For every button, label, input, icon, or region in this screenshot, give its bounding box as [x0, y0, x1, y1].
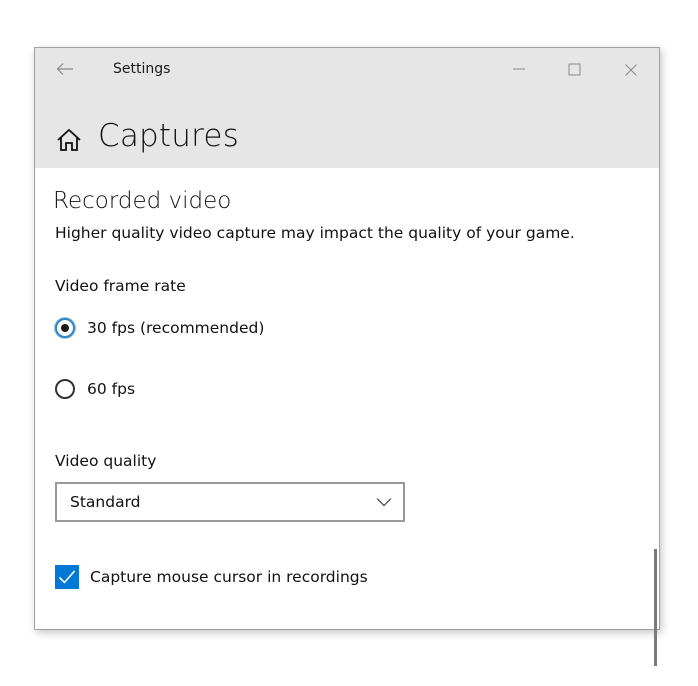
- capture-cursor-checkbox[interactable]: [55, 565, 79, 589]
- back-button[interactable]: [49, 56, 81, 82]
- minimize-icon: [513, 68, 525, 70]
- back-arrow-icon: [56, 63, 73, 75]
- close-icon: [625, 64, 637, 76]
- dropdown-selected-value: Standard: [70, 493, 141, 511]
- chevron-down-icon: [376, 498, 392, 507]
- minimize-button[interactable]: [495, 54, 541, 84]
- maximize-button[interactable]: [551, 54, 597, 84]
- page-title: Captures: [98, 118, 240, 154]
- section-description: Higher quality video capture may impact …: [55, 224, 575, 242]
- radio-label: 30 fps (recommended): [87, 319, 265, 337]
- header: Settings Captures: [35, 48, 659, 168]
- video-quality-label: Video quality: [55, 452, 157, 470]
- capture-cursor-option[interactable]: Capture mouse cursor in recordings: [55, 564, 368, 590]
- radio-button-unchecked[interactable]: [55, 379, 75, 399]
- content-pane: Recorded video Higher quality video capt…: [35, 168, 659, 666]
- settings-window: Settings Captures Recorded video Higher …: [34, 47, 660, 666]
- radio-60fps[interactable]: 60 fps: [55, 376, 135, 402]
- frame-rate-label: Video frame rate: [55, 277, 186, 295]
- checkmark-icon: [58, 570, 76, 584]
- title-bar[interactable]: Settings: [35, 48, 659, 90]
- close-button[interactable]: [607, 54, 653, 84]
- radio-label: 60 fps: [87, 380, 136, 398]
- maximize-icon: [568, 63, 581, 76]
- radio-30fps[interactable]: 30 fps (recommended): [55, 315, 264, 341]
- video-quality-dropdown[interactable]: Standard: [55, 482, 405, 522]
- radio-button-checked[interactable]: [55, 318, 75, 338]
- checkbox-label: Capture mouse cursor in recordings: [90, 568, 368, 586]
- home-icon: [57, 128, 81, 151]
- vertical-scrollbar[interactable]: [654, 549, 657, 666]
- app-title: Settings: [113, 61, 171, 77]
- home-button[interactable]: [56, 128, 82, 152]
- section-title: Recorded video: [53, 188, 232, 214]
